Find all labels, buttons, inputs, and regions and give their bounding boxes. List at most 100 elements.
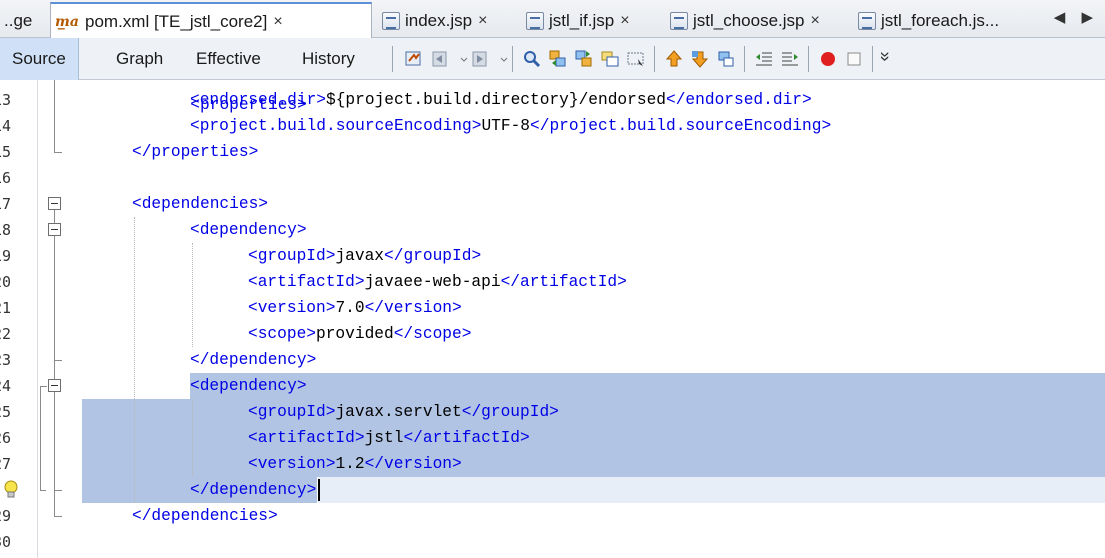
xml-text: ${project.build.directory}/endorsed [326,91,666,109]
xml-tag: </groupId> [384,247,482,265]
find-previous-icon[interactable] [548,49,568,69]
line-number: 30 [0,533,12,551]
tab-pom-xml[interactable]: m̲a pom.xml [TE_jstl_core2] × [50,2,372,39]
tab-index-jsp[interactable]: index.jsp × [378,4,518,38]
tab-truncated[interactable]: ..ge [0,4,50,38]
tab-source[interactable]: Source [0,38,79,80]
xml-tag: </scope> [393,325,472,343]
code-line[interactable]: <version>1.2</version> [248,451,462,477]
line-number: 18 [0,221,12,239]
code-line[interactable]: </dependency> [190,477,316,503]
next-bookmark-icon[interactable] [690,49,710,69]
tab-jstl-if-jsp[interactable]: jstl_if.jsp × [522,4,662,38]
text-caret [318,479,321,501]
previous-bookmark-icon[interactable] [664,49,684,69]
xml-tag: </endorsed.dir> [666,91,812,109]
selection-bracket-tick [40,386,47,387]
xml-tag: <scope> [248,325,316,343]
tab-label: jstl_choose.jsp [693,11,805,30]
code-line[interactable]: <artifactId>javaee-web-api</artifactId> [248,269,627,295]
xml-tag: <artifactId> [248,273,365,291]
xml-tag: </project.build.sourceEncoding> [530,117,832,135]
code-line[interactable]: <artifactId>jstl</artifactId> [248,425,530,451]
hint-lightbulb-icon[interactable] [3,480,19,500]
line-number: 24 [0,377,12,395]
selection-highlight [82,425,1105,451]
fold-end-tick [54,360,62,361]
fold-toggle-icon[interactable] [48,197,61,210]
start-macro-icon[interactable] [818,49,838,69]
tab-label: index.jsp [405,11,473,30]
toggle-highlight-icon[interactable] [600,49,620,69]
xml-tag: <version> [248,299,336,317]
line-number: 26 [0,429,12,447]
code-line[interactable]: <groupId>javax</groupId> [248,243,481,269]
toggle-rect-select-icon[interactable] [626,49,646,69]
line-number: 29 [0,507,12,525]
line-number: 19 [0,247,12,265]
tab-close-icon[interactable]: × [620,12,629,30]
fold-end-tick [54,490,62,491]
stop-macro-icon[interactable] [844,49,864,69]
tab-close-icon[interactable]: × [478,12,487,30]
fold-toggle-icon[interactable] [48,223,61,236]
xml-tag: <endorsed.dir> [190,91,326,109]
line-number: 22 [0,325,12,343]
toolbar-overflow-icon[interactable]: » [875,51,896,61]
shift-left-icon[interactable] [754,49,774,69]
chevron-down-icon[interactable] [494,49,508,69]
line-number: 27 [0,455,12,473]
tab-jstl-foreach-jsp[interactable]: jstl_foreach.js... [854,4,1054,38]
line-number-gutter: 131415161718192021222324252627282930 [0,80,38,558]
tab-jstl-choose-jsp[interactable]: jstl_choose.jsp × [666,4,850,38]
line-number: 16 [0,169,12,187]
fold-end-tick [54,152,62,153]
code-area[interactable]: <properties> <endorsed.dir>${project.bui… [74,80,1105,558]
code-line[interactable]: <version>7.0</version> [248,295,462,321]
fold-end-tick [54,516,62,517]
xml-tag: </properties> [132,143,259,161]
toolbar-separator [744,46,745,72]
code-line[interactable]: </properties> [132,139,258,165]
xml-text: 1.2 [335,455,365,473]
xml-tag: </artifactId> [500,273,627,291]
fold-guide-line [54,80,55,152]
code-line[interactable]: </dependency> [190,347,316,373]
code-line[interactable]: <dependency> [190,217,307,243]
toolbar-separator [872,46,873,72]
code-line[interactable]: <groupId>javax.servlet</groupId> [248,399,559,425]
line-number: 13 [0,91,12,109]
xml-tag: <dependency> [190,377,307,395]
indent-guide [192,243,193,347]
fold-guide-line [54,210,55,516]
code-line[interactable]: <dependency> [190,373,307,399]
code-line[interactable]: <project.build.sourceEncoding>UTF-8</pro… [190,113,831,139]
shift-right-icon[interactable] [780,49,800,69]
tab-close-icon[interactable]: × [811,12,820,30]
xml-text: javax.servlet [335,403,462,421]
code-line[interactable]: <scope>provided</scope> [248,321,471,347]
tab-label: ..ge [4,11,33,30]
selection-highlight [82,399,1105,425]
selection-bracket [40,386,41,490]
tab-scroll-arrows[interactable]: ◀ ▶ [1054,8,1099,26]
chevron-down-icon[interactable] [454,49,468,69]
code-line[interactable]: <dependencies> [132,191,268,217]
selection-highlight [190,373,1105,399]
forward-icon[interactable] [470,49,490,69]
code-line[interactable]: <endorsed.dir>${project.build.directory}… [190,87,812,113]
toggle-bookmark-icon[interactable] [716,49,736,69]
back-icon[interactable] [430,49,450,69]
code-editor[interactable]: 131415161718192021222324252627282930 <pr… [0,80,1105,558]
code-line[interactable]: </dependencies> [132,503,278,529]
xml-tag: </version> [364,299,462,317]
find-selection-icon[interactable] [522,49,542,69]
find-next-icon[interactable] [574,49,594,69]
tab-close-icon[interactable]: × [273,13,282,31]
xml-tag: </dependency> [190,351,317,369]
xml-tag: </dependency> [190,481,317,499]
xml-tag: <groupId> [248,403,336,421]
fold-toggle-icon[interactable] [48,379,61,392]
selection-highlight [82,451,1105,477]
last-edit-icon[interactable] [404,49,424,69]
